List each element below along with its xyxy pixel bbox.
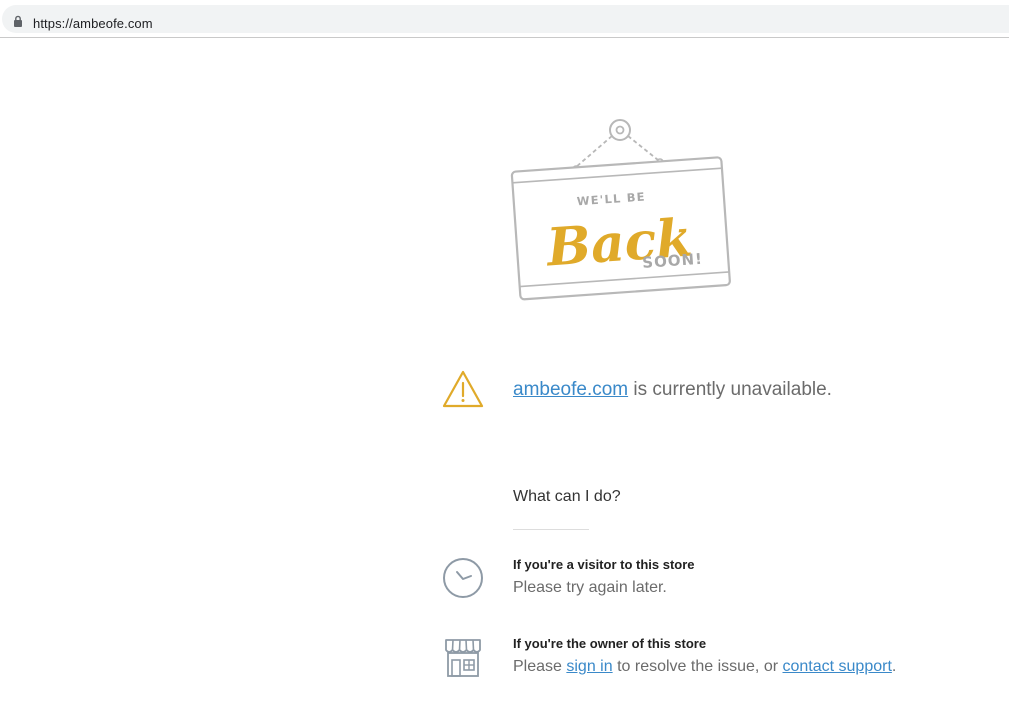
back-soon-sign-illustration: WE'LL BE Back SOON! [510,119,731,301]
url-text[interactable]: https://ambeofe.com [33,16,153,31]
help-heading: What can I do? [513,488,621,505]
unavailable-headline: ambeofe.com is currently unavailable. [513,379,832,401]
owner-title: If you're the owner of this store [513,636,707,651]
visitor-text: Please try again later. [513,579,667,596]
sign-hook [609,119,631,141]
divider [513,529,589,530]
owner-text: Please sign in to resolve the issue, or … [513,658,897,675]
lock-icon[interactable] [12,15,24,27]
unavailable-message: is currently unavailable. [628,379,832,400]
warning-icon [442,370,484,408]
sign-in-link[interactable]: sign in [566,658,612,675]
domain-link[interactable]: ambeofe.com [513,379,628,400]
browser-address-bar: https://ambeofe.com [0,0,1009,38]
sign-board: WE'LL BE Back SOON! [510,156,731,301]
clock-icon [443,558,483,598]
omnibox[interactable]: https://ambeofe.com [2,5,1009,33]
visitor-title: If you're a visitor to this store [513,557,695,572]
contact-support-link[interactable]: contact support [782,658,891,675]
store-icon [445,639,481,677]
